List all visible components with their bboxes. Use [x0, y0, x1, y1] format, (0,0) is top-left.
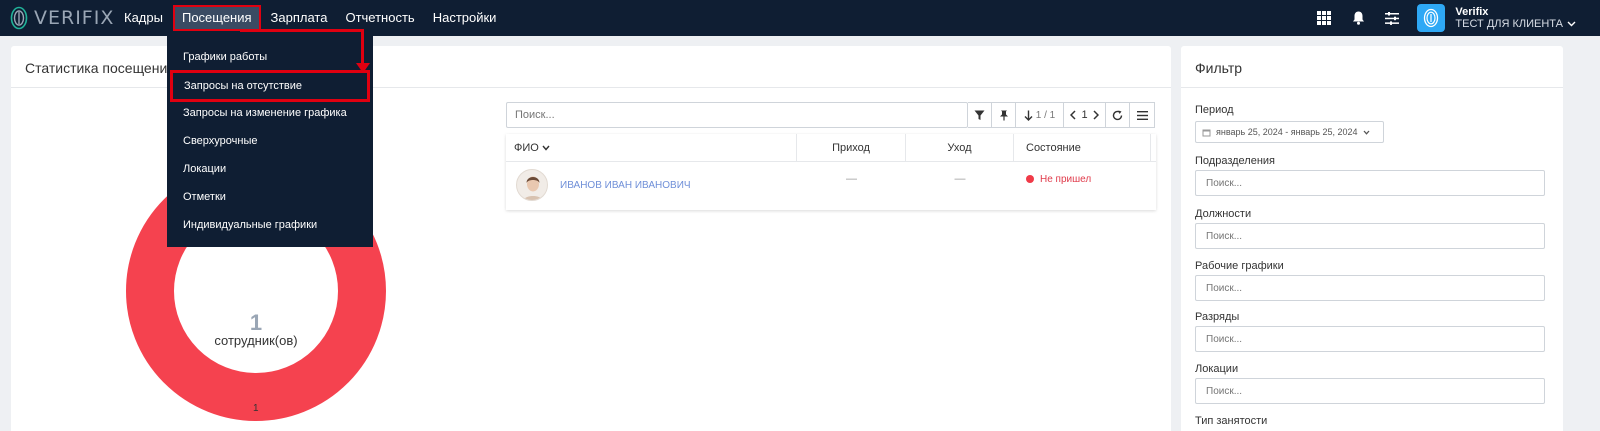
filter-panel: Фильтр Период январь 25, 2024 - январь 2…	[1181, 46, 1563, 431]
employment-type-label: Тип занятости	[1195, 415, 1268, 427]
arrow-down-icon	[1024, 110, 1033, 121]
positions-input[interactable]	[1195, 223, 1545, 249]
apps-grid-icon[interactable]	[1313, 7, 1335, 29]
donut-label: сотрудник(ов)	[214, 333, 298, 348]
nav-item-payroll[interactable]: Зарплата	[263, 7, 336, 29]
menu-item-locations[interactable]: Локации	[167, 155, 373, 183]
pin-icon	[999, 110, 1008, 120]
brand-logo[interactable]: VERIFIX	[10, 6, 114, 30]
ranks-input[interactable]	[1195, 326, 1545, 352]
employee-avatar	[516, 169, 548, 201]
employee-name-link[interactable]: ИВАНОВ ИВАН ИВАНОВИЧ	[560, 180, 691, 191]
funnel-icon	[974, 110, 985, 120]
filter-title: Фильтр	[1181, 46, 1563, 88]
column-in[interactable]: Приход	[797, 134, 906, 162]
pager-text: 1 / 1	[1035, 109, 1056, 121]
annotation-arrow-line	[240, 29, 362, 32]
calendar-icon	[1202, 129, 1211, 136]
nav-item-staff[interactable]: Кадры	[116, 7, 171, 29]
menu-button[interactable]	[1130, 102, 1155, 128]
locations-input[interactable]	[1195, 378, 1545, 404]
annotation-arrowhead-icon	[356, 63, 370, 73]
user-company: ТЕСТ ДЛЯ КЛИЕНТА	[1455, 18, 1563, 30]
menu-item-work-schedules[interactable]: Графики работы	[167, 43, 373, 71]
column-out[interactable]: Уход	[906, 134, 1014, 162]
column-status[interactable]: Состояние	[1014, 134, 1151, 162]
table-header: ФИО Приход Уход Состояние	[506, 134, 1156, 162]
chevron-down-icon	[1363, 130, 1370, 135]
departments-label: Подразделения	[1195, 155, 1275, 167]
schedules-input[interactable]	[1195, 275, 1545, 301]
fingerprint-icon	[1424, 8, 1439, 28]
column-fio[interactable]: ФИО	[506, 134, 797, 162]
employee-table: ФИО Приход Уход Состояние ИВАНОВ ИВАН ИВ…	[506, 134, 1156, 210]
hamburger-icon	[1136, 110, 1148, 120]
menu-item-individual-schedules[interactable]: Индивидуальные графики	[167, 211, 373, 239]
locations-label: Локации	[1195, 363, 1239, 375]
attendance-dropdown-menu: Графики работы Запросы на отсутствие Зап…	[167, 36, 373, 247]
brand-name: VERIFIX	[34, 7, 115, 29]
nav-item-settings[interactable]: Настройки	[425, 7, 505, 29]
page-number: 1	[1081, 109, 1088, 121]
menu-item-overtime[interactable]: Сверхурочные	[167, 127, 373, 155]
pin-button[interactable]	[992, 102, 1016, 128]
page-nav: 1	[1064, 102, 1106, 128]
status-badge: Не пришел	[1026, 174, 1091, 185]
table-row[interactable]: ИВАНОВ ИВАН ИВАНОВИЧ — — Не пришел	[506, 162, 1156, 208]
nav-item-reports[interactable]: Отчетность	[337, 7, 422, 29]
departure-value: —	[954, 173, 966, 185]
user-menu[interactable]: Verifix ТЕСТ ДЛЯ КЛИЕНТА	[1455, 6, 1576, 30]
menu-item-schedule-change-requests[interactable]: Запросы на изменение графика	[167, 99, 373, 127]
top-icons: Verifix ТЕСТ ДЛЯ КЛИЕНТА	[1313, 0, 1600, 36]
menu-item-marks[interactable]: Отметки	[167, 183, 373, 211]
sliders-icon[interactable]	[1381, 7, 1403, 29]
period-picker[interactable]: январь 25, 2024 - январь 25, 2024	[1195, 121, 1384, 143]
chevron-down-icon	[542, 145, 550, 151]
positions-label: Должности	[1195, 208, 1252, 220]
search-input[interactable]	[506, 102, 968, 128]
list-toolbar: 1 / 1 1	[506, 102, 1155, 128]
donut-slice-label: 1	[253, 403, 259, 414]
chevron-left-icon[interactable]	[1070, 110, 1076, 120]
chevron-down-icon	[1567, 21, 1576, 27]
schedules-label: Рабочие графики	[1195, 260, 1284, 272]
nav-item-attendance[interactable]: Посещения	[172, 5, 261, 31]
period-label: Период	[1195, 104, 1234, 116]
bell-icon[interactable]	[1347, 7, 1369, 29]
period-value: январь 25, 2024 - январь 25, 2024	[1216, 127, 1358, 137]
departments-input[interactable]	[1195, 170, 1545, 196]
arrival-value: —	[846, 173, 857, 185]
ranks-label: Разряды	[1195, 311, 1240, 323]
fingerprint-logo-icon	[10, 6, 28, 30]
status-dot-icon	[1026, 175, 1034, 183]
menu-item-absence-requests[interactable]: Запросы на отсутствие	[170, 70, 370, 102]
refresh-icon	[1112, 110, 1123, 120]
filter-button[interactable]	[968, 102, 992, 128]
person-photo-icon	[523, 176, 543, 200]
refresh-button[interactable]	[1106, 102, 1130, 128]
user-name: Verifix	[1455, 6, 1489, 18]
chevron-right-icon[interactable]	[1093, 110, 1099, 120]
user-avatar[interactable]	[1417, 4, 1446, 32]
sort-pager[interactable]: 1 / 1	[1016, 102, 1064, 128]
